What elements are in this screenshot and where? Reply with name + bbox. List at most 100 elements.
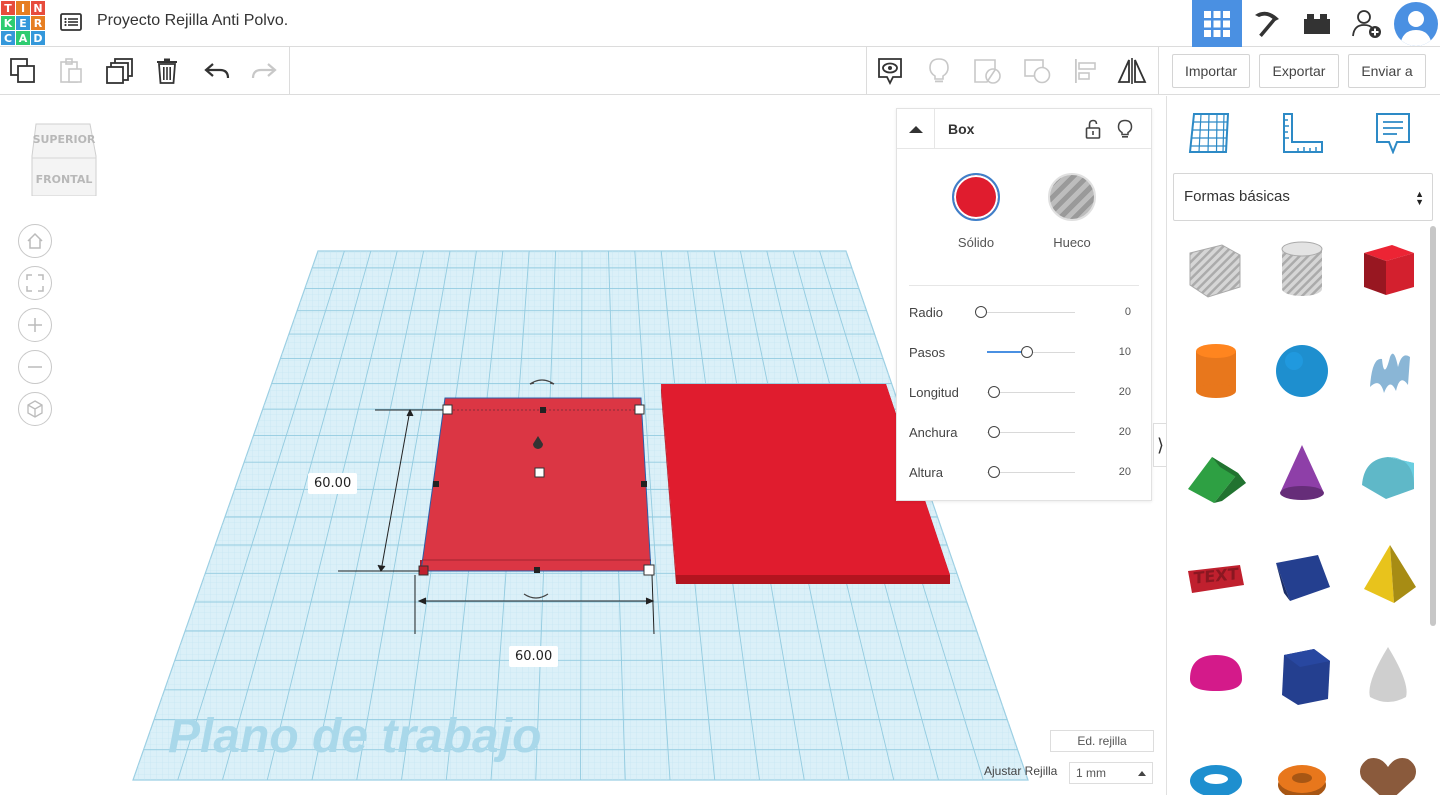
shape-heart[interactable] — [1353, 744, 1423, 795]
snap-grid-select[interactable]: 1 mm — [1069, 762, 1153, 784]
shape-scribble[interactable] — [1353, 336, 1423, 406]
zoom-in-button[interactable] — [18, 308, 52, 342]
codeblocks-tab[interactable] — [1242, 0, 1292, 47]
light-button[interactable] — [922, 55, 956, 87]
param-slider[interactable] — [987, 426, 1075, 438]
header-tabs — [1192, 0, 1440, 47]
shape-roof[interactable] — [1181, 438, 1251, 508]
paste-button[interactable] — [54, 55, 88, 87]
light-bulb-icon — [1117, 119, 1133, 138]
shape-paraboloid[interactable] — [1353, 642, 1423, 712]
shapes-scrollbar[interactable] — [1430, 226, 1436, 626]
box-shape-icon — [1364, 245, 1414, 295]
sphere-shape-icon — [1276, 345, 1328, 397]
logo-letter: E — [16, 16, 30, 30]
toolbar-divider — [1158, 47, 1159, 94]
panel-expand-toggle[interactable]: ⟩ — [1153, 423, 1166, 467]
param-slider-knob[interactable] — [975, 306, 987, 318]
hole-swatch[interactable] — [1048, 173, 1096, 221]
perspective-button[interactable] — [18, 392, 52, 426]
inspector-collapse-button[interactable] — [897, 109, 935, 149]
param-label: Pasos — [909, 345, 946, 360]
view-cube[interactable]: SUPERIOR FRONTAL — [30, 120, 98, 197]
shape-cylinder-hole[interactable] — [1267, 234, 1337, 304]
inspector-divider — [909, 285, 1139, 286]
solid-color-swatch[interactable] — [952, 173, 1000, 221]
param-value[interactable]: 10 — [1119, 346, 1131, 358]
project-title[interactable]: Proyecto Rejilla Anti Polvo. — [97, 12, 288, 30]
shape-torus[interactable] — [1181, 744, 1251, 795]
list-menu-icon — [60, 13, 82, 31]
param-slider-knob[interactable] — [1021, 346, 1033, 358]
delete-button[interactable] — [150, 55, 184, 87]
bricks-tab[interactable] — [1292, 0, 1342, 47]
lock-button[interactable] — [1083, 119, 1103, 139]
param-value[interactable]: 0 — [1125, 306, 1131, 318]
ungroup-button[interactable] — [1020, 55, 1054, 87]
param-value[interactable]: 20 — [1119, 386, 1131, 398]
shape-tube[interactable] — [1267, 744, 1337, 795]
tinkercad-logo[interactable]: TIN KER CAD — [0, 0, 46, 46]
param-slider[interactable] — [987, 466, 1075, 478]
user-avatar-button[interactable] — [1392, 0, 1440, 47]
shape-text[interactable]: TEXT — [1181, 540, 1251, 610]
mirror-button[interactable] — [1115, 55, 1149, 87]
3d-design-tab[interactable] — [1192, 0, 1242, 47]
zoom-out-button[interactable] — [18, 350, 52, 384]
shape-box-hole[interactable] — [1181, 234, 1251, 304]
shape-wedge[interactable] — [1267, 540, 1337, 610]
solid-option[interactable]: Sólido — [941, 173, 1011, 250]
dimension-width-label[interactable]: 60.00 — [509, 646, 559, 667]
box-shape-selected[interactable] — [420, 397, 652, 572]
design-menu-button[interactable] — [58, 10, 84, 34]
viewcube-top-label[interactable]: SUPERIOR — [33, 133, 96, 146]
add-user-tab[interactable] — [1342, 0, 1392, 47]
fit-view-button[interactable] — [18, 266, 52, 300]
hole-option[interactable]: Hueco — [1037, 173, 1107, 250]
shape-pyramid[interactable] — [1353, 540, 1423, 610]
undo-icon — [204, 63, 230, 79]
shape-half-sphere[interactable] — [1181, 642, 1251, 712]
redo-button[interactable] — [247, 55, 281, 87]
view-notes-button[interactable] — [873, 55, 907, 87]
export-button[interactable]: Exportar — [1259, 54, 1339, 88]
duplicate-button[interactable] — [103, 55, 137, 87]
edit-grid-button[interactable]: Ed. rejilla — [1050, 730, 1154, 752]
dimension-length-label[interactable]: 60.00 — [308, 473, 358, 494]
shape-sphere[interactable] — [1267, 336, 1337, 406]
shape-cone[interactable] — [1267, 438, 1337, 508]
param-slider[interactable] — [987, 346, 1075, 358]
param-value[interactable]: 20 — [1119, 466, 1131, 478]
round-roof-shape-icon — [1362, 457, 1414, 499]
param-anchura: Anchura 20 — [909, 423, 1141, 443]
shape-box[interactable] — [1353, 234, 1423, 304]
workspace-viewport[interactable]: Plano de trabajo SUPERIOR FRONTAL 60.00 … — [0, 96, 1166, 795]
shape-polygon[interactable] — [1267, 642, 1337, 712]
align-button[interactable] — [1068, 55, 1102, 87]
workplane-tool-button[interactable] — [1187, 110, 1233, 156]
inspector-shape-title[interactable]: Box — [948, 121, 974, 137]
undo-button[interactable] — [200, 55, 234, 87]
viewcube-front-label[interactable]: FRONTAL — [36, 173, 93, 186]
roof-shape-icon — [1188, 457, 1246, 503]
top-header: TIN KER CAD Proyecto Rejilla Anti Polvo. — [0, 0, 1440, 47]
param-value[interactable]: 20 — [1119, 426, 1131, 438]
home-view-button[interactable] — [18, 224, 52, 258]
shape-round-roof[interactable] — [1353, 438, 1423, 508]
param-slider-knob[interactable] — [988, 426, 1000, 438]
shape-cylinder[interactable] — [1181, 336, 1251, 406]
home-icon — [27, 232, 43, 249]
group-button[interactable] — [970, 55, 1004, 87]
copy-button[interactable] — [6, 55, 40, 87]
import-button[interactable]: Importar — [1172, 54, 1250, 88]
param-slider[interactable] — [987, 386, 1075, 398]
param-slider[interactable] — [975, 306, 1075, 318]
send-to-button[interactable]: Enviar a — [1348, 54, 1426, 88]
shape-category-select[interactable]: Formas básicas ▲ ▼ — [1173, 173, 1433, 221]
cone-shape-icon — [1280, 445, 1324, 500]
notes-tool-button[interactable] — [1370, 110, 1416, 156]
param-slider-knob[interactable] — [988, 466, 1000, 478]
param-slider-knob[interactable] — [988, 386, 1000, 398]
ruler-tool-button[interactable] — [1279, 110, 1325, 156]
shape-light-button[interactable] — [1115, 119, 1135, 139]
